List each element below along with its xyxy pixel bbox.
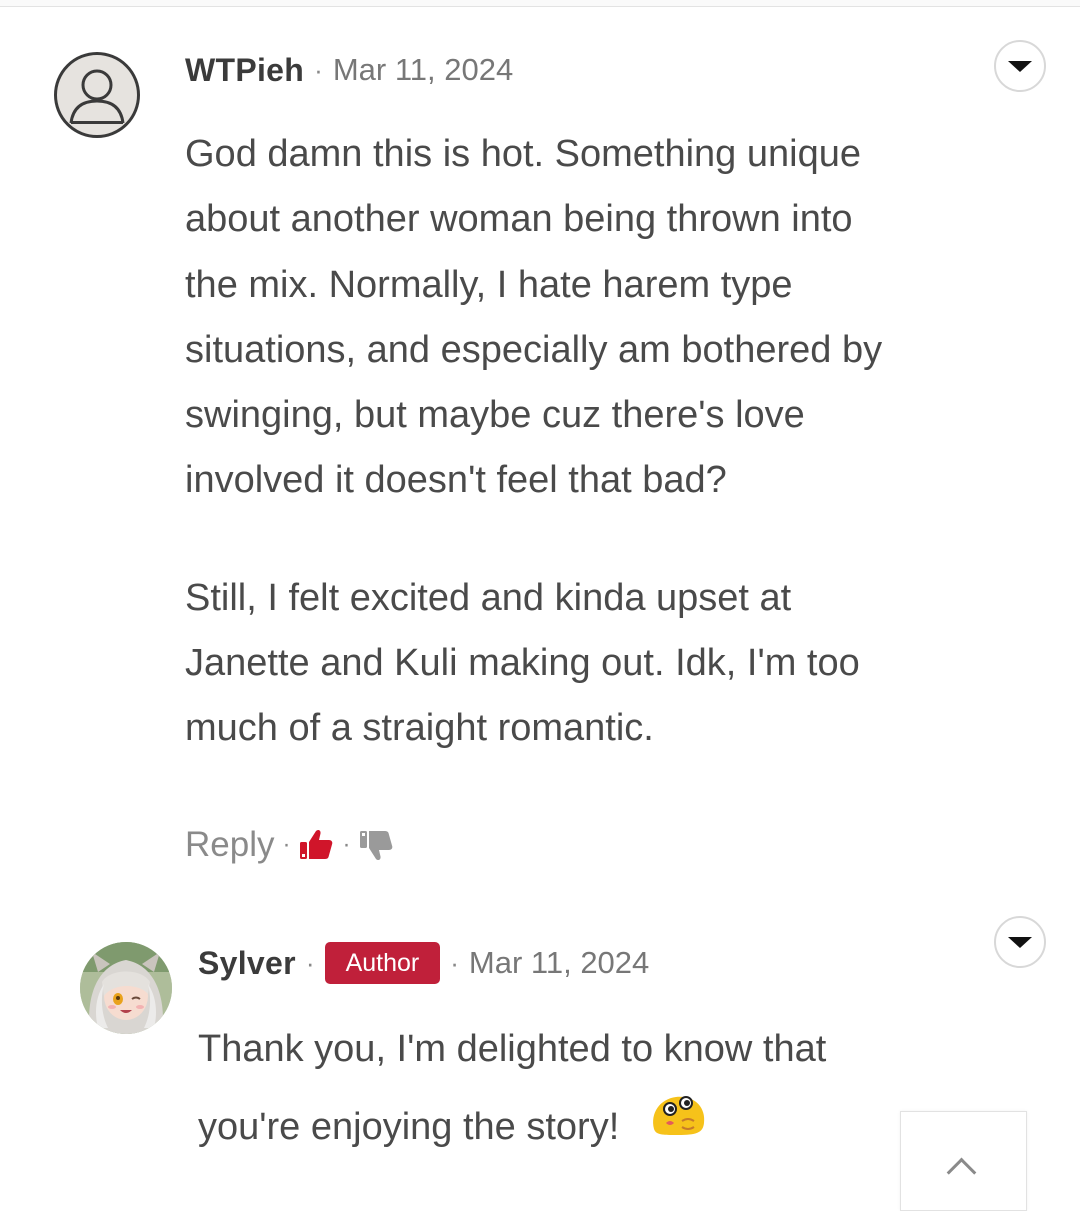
author-badge: Author — [324, 942, 441, 984]
chevron-down-icon — [1008, 61, 1032, 72]
comment-line: the mix. Normally, I hate harem type — [185, 263, 793, 306]
separator-dot: · — [282, 831, 291, 858]
reply-button[interactable]: Reply — [185, 825, 274, 865]
separator-dot: · — [314, 54, 323, 85]
comment-line: you're enjoying the story! — [198, 1106, 620, 1148]
comment-line: Still, I felt excited and kinda upset at — [185, 576, 792, 619]
comment-actions: Reply · · — [185, 818, 394, 872]
comment-body: God damn this is hot. Something unique a… — [185, 122, 1005, 762]
dislike-button[interactable] — [358, 827, 394, 863]
separator-dot: · — [450, 947, 459, 978]
top-divider — [0, 0, 1080, 7]
comment-line: involved it doesn't feel that bad? — [185, 459, 727, 502]
comment-line: Janette and Kuli making out. Idk, I'm to… — [185, 642, 860, 685]
username[interactable]: Sylver — [198, 945, 296, 982]
comment-line: about another woman being thrown into — [185, 198, 853, 241]
separator-dot: · — [342, 831, 351, 858]
default-user-icon — [69, 69, 125, 124]
username[interactable]: WTPieh — [185, 52, 304, 89]
chevron-down-icon — [1008, 937, 1032, 948]
anime-character-avatar — [80, 942, 172, 1034]
comment-date: Mar 11, 2024 — [468, 945, 650, 980]
comment-line: swinging, but maybe cuz there's love — [185, 394, 805, 437]
thumbs-up-icon — [300, 829, 333, 859]
thumbs-down-icon — [360, 831, 393, 861]
scroll-to-top-button[interactable] — [900, 1111, 1027, 1211]
comment-meta: WTPieh · Mar 11, 2024 — [185, 48, 513, 92]
chevron-up-icon — [946, 1157, 977, 1188]
like-button[interactable] — [298, 827, 334, 863]
comment-menu-button[interactable] — [994, 916, 1046, 968]
user-avatar[interactable] — [54, 52, 140, 138]
comment-date: Mar 11, 2024 — [332, 52, 514, 87]
comment-line: situations, and especially am bothered b… — [185, 328, 883, 371]
comment-menu-button[interactable] — [994, 40, 1046, 92]
comment-paragraph: God damn this is hot. Something unique a… — [185, 122, 1005, 514]
comment-line: Thank you, I'm delighted to know that — [198, 1028, 827, 1070]
comment-paragraph: Still, I felt excited and kinda upset at… — [185, 566, 1005, 762]
reply-meta: Sylver · Author · Mar 11, 2024 — [198, 938, 649, 988]
separator-dot: · — [305, 947, 315, 978]
comment-line: God damn this is hot. Something unique — [185, 133, 861, 175]
reply-body: Thank you, I'm delighted to know that yo… — [198, 1010, 898, 1166]
author-avatar[interactable] — [80, 942, 172, 1034]
yellow-blob-emoji-icon — [648, 1086, 708, 1164]
comment-line: much of a straight romantic. — [185, 707, 654, 750]
